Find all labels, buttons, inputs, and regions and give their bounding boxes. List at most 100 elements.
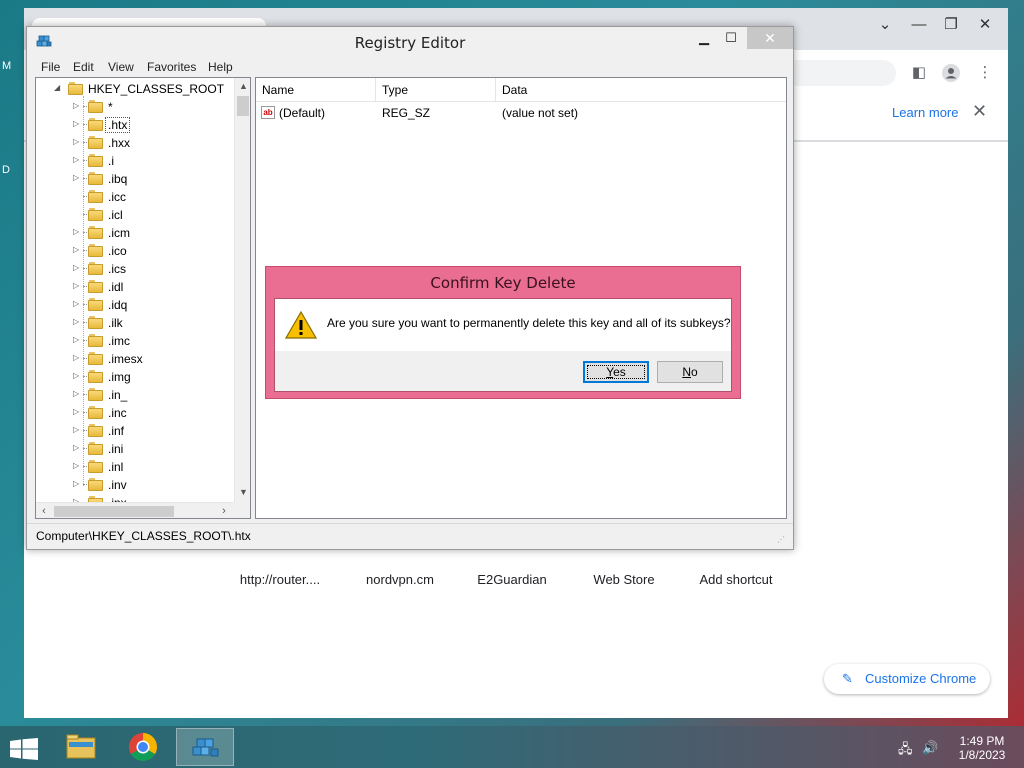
tree-key-label: .imesx — [108, 352, 143, 366]
tree-key-row[interactable]: ▷ .inf — [36, 422, 236, 440]
learn-more-link[interactable]: Learn more — [892, 105, 958, 120]
shortcut-router[interactable]: http://router.... — [224, 572, 336, 587]
close-icon[interactable]: ✕ — [747, 27, 793, 49]
tree-key-row[interactable]: ▷ .i — [36, 152, 236, 170]
expand-icon[interactable]: ▷ — [73, 137, 79, 146]
start-button[interactable] — [0, 728, 50, 766]
tree-key-row[interactable]: .icc — [36, 188, 236, 206]
folder-icon — [88, 442, 103, 455]
tree-key-row[interactable]: .icl — [36, 206, 236, 224]
column-name[interactable]: Name — [256, 78, 376, 102]
minimize-icon[interactable]: ▁ — [691, 27, 717, 49]
side-panel-icon[interactable]: ◧ — [910, 64, 928, 82]
tree-key-row[interactable]: ▷ .idl — [36, 278, 236, 296]
taskbar-file-explorer[interactable] — [52, 728, 110, 766]
scroll-thumb[interactable] — [54, 506, 174, 517]
tree-key-row[interactable]: ▷ .htx — [36, 116, 236, 134]
tree-key-row[interactable]: ▷ .ico — [36, 242, 236, 260]
expand-icon[interactable]: ▷ — [73, 335, 79, 344]
expand-icon[interactable]: ▷ — [73, 461, 79, 470]
expand-icon[interactable]: ▷ — [73, 281, 79, 290]
tree-key-row[interactable]: ▷ .imc — [36, 332, 236, 350]
menu-file[interactable]: File — [41, 60, 60, 74]
tree-key-row[interactable]: ▷ .inv — [36, 476, 236, 494]
column-type[interactable]: Type — [376, 78, 496, 102]
scroll-right-icon[interactable]: › — [216, 503, 232, 518]
taskbar-registry-editor[interactable] — [176, 728, 234, 766]
expand-icon[interactable]: ▷ — [73, 479, 79, 488]
tree-vertical-scrollbar[interactable]: ▲ ▼ — [234, 78, 250, 502]
expand-icon[interactable]: ▷ — [73, 155, 79, 164]
scroll-left-icon[interactable]: ‹ — [36, 503, 52, 518]
tree-key-row[interactable]: ▷ .idq — [36, 296, 236, 314]
address-bar[interactable] — [784, 60, 896, 86]
tree-key-row[interactable]: ▷ .ini — [36, 440, 236, 458]
expand-icon[interactable]: ▷ — [73, 317, 79, 326]
no-button[interactable]: No — [657, 361, 723, 383]
taskbar-chrome[interactable] — [114, 728, 172, 766]
profile-icon[interactable] — [942, 64, 960, 82]
tree-key-row[interactable]: ▷ * — [36, 98, 236, 116]
dialog-message: Are you sure you want to permanently del… — [327, 316, 731, 330]
menu-favorites[interactable]: Favorites — [147, 60, 196, 74]
collapse-icon[interactable]: ◢ — [54, 83, 60, 92]
chevron-down-icon[interactable]: ⌄ — [870, 12, 900, 38]
shortcut-nordvpn[interactable]: nordvpn.cm — [344, 572, 456, 587]
tree-key-row[interactable]: ▷ .imesx — [36, 350, 236, 368]
tree-key-row[interactable]: ▷ .img — [36, 368, 236, 386]
expand-icon[interactable]: ▷ — [73, 245, 79, 254]
tree-key-row[interactable]: ▷ .ics — [36, 260, 236, 278]
shortcut-e2guardian[interactable]: E2Guardian — [456, 572, 568, 587]
resize-grip-icon[interactable]: ⋰ — [777, 535, 787, 545]
tree-key-row[interactable]: ▷ .hxx — [36, 134, 236, 152]
menu-help[interactable]: Help — [208, 60, 233, 74]
value-row[interactable]: ab (Default) REG_SZ (value not set) — [256, 104, 786, 122]
more-icon[interactable]: ⋮ — [976, 64, 994, 82]
expand-icon[interactable]: ▷ — [73, 119, 79, 128]
expand-icon[interactable]: ▷ — [73, 299, 79, 308]
expand-icon[interactable]: ▷ — [73, 371, 79, 380]
restore-icon[interactable]: ❐ — [936, 12, 966, 38]
volume-icon[interactable]: 🔊 — [922, 740, 938, 756]
expand-icon[interactable]: ▷ — [73, 101, 79, 110]
expand-icon[interactable]: ▷ — [73, 389, 79, 398]
column-data[interactable]: Data — [496, 78, 786, 102]
shortcut-web-store[interactable]: Web Store — [568, 572, 680, 587]
folder-icon — [88, 478, 103, 491]
expand-icon[interactable]: ▷ — [73, 353, 79, 362]
customize-chrome-button[interactable]: ✎ Customize Chrome — [824, 664, 990, 694]
expand-icon[interactable]: ▷ — [73, 263, 79, 272]
scroll-down-icon[interactable]: ▼ — [235, 484, 250, 500]
scroll-thumb[interactable] — [237, 96, 249, 116]
expand-icon[interactable]: ▷ — [73, 173, 79, 182]
expand-icon[interactable]: ▷ — [73, 407, 79, 416]
expand-icon[interactable]: ▷ — [73, 443, 79, 452]
expand-icon[interactable]: ▷ — [73, 227, 79, 236]
tree-key-row[interactable]: ▷ .inl — [36, 458, 236, 476]
regedit-titlebar[interactable]: Registry Editor ▁ ☐ ✕ — [27, 27, 793, 57]
minimize-icon[interactable]: — — [904, 12, 934, 38]
scroll-up-icon[interactable]: ▲ — [235, 78, 250, 94]
tree-horizontal-scrollbar[interactable]: ‹ › — [36, 502, 234, 518]
tree-key-row[interactable]: ▷ .ilk — [36, 314, 236, 332]
menu-view[interactable]: View — [108, 60, 134, 74]
infobar-close-icon[interactable]: ✕ — [972, 101, 987, 122]
tree-key-row[interactable]: ▷ .in_ — [36, 386, 236, 404]
close-icon[interactable]: ✕ — [970, 12, 1000, 38]
network-icon[interactable]: 🖧 — [898, 740, 913, 762]
key-tree[interactable]: ◢ HKEY_CLASSES_ROOT ▷ * ▷ .htx ▷ .hxx ▷ .i ▷ .ibq… — [35, 77, 251, 519]
tree-root-row[interactable]: ◢ HKEY_CLASSES_ROOT — [36, 80, 236, 98]
menu-edit[interactable]: Edit — [73, 60, 94, 74]
maximize-icon[interactable]: ☐ — [717, 27, 745, 49]
yes-button[interactable]: Yes — [583, 361, 649, 383]
clock-date: 1/8/2023 — [958, 748, 1006, 762]
expand-icon[interactable]: ▷ — [73, 425, 79, 434]
status-path: Computer\HKEY_CLASSES_ROOT\.htx — [36, 529, 251, 543]
desktop-icon-label: D — [2, 164, 10, 176]
clock[interactable]: 1:49 PM 1/8/2023 — [952, 734, 1012, 762]
tree-key-row[interactable]: ▷ .ibq — [36, 170, 236, 188]
shortcut-add[interactable]: Add shortcut — [680, 572, 792, 587]
tree-key-row[interactable]: ▷ .icm — [36, 224, 236, 242]
chrome-icon — [129, 733, 157, 761]
tree-key-row[interactable]: ▷ .inc — [36, 404, 236, 422]
